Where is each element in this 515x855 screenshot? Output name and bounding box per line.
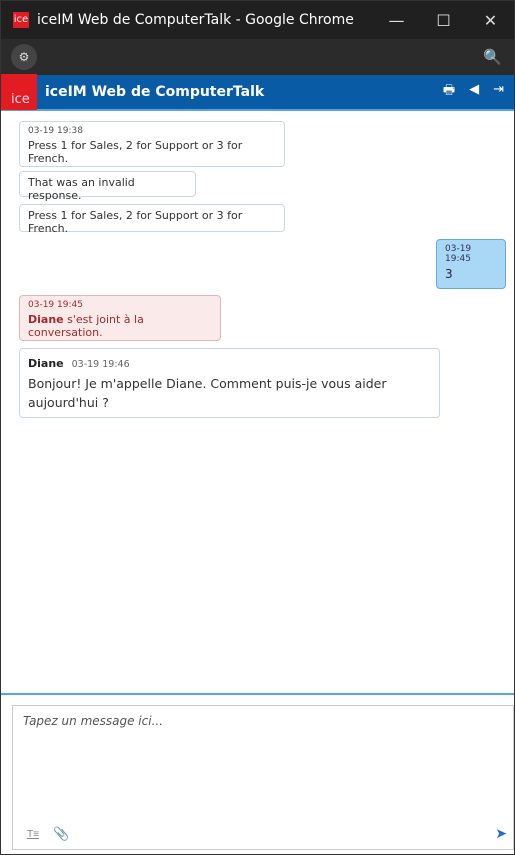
system-message-bubble: 03-19 19:45 Diane s'est joint à la conve… (19, 295, 221, 341)
site-settings-icon[interactable]: ⚙ (11, 44, 37, 70)
title-bar: ice iceIM Web de ComputerTalk - Google C… (1, 1, 514, 39)
maximize-button[interactable]: ☐ (420, 1, 467, 39)
user-message-bubble: 03-19 19:45 3 (436, 239, 506, 289)
sender-name: Diane (28, 357, 64, 370)
attach-icon[interactable]: 📎 (53, 826, 69, 842)
agent-message-bubble: Diane 03-19 19:46 Bonjour! Je m'appelle … (19, 348, 440, 418)
window-controls: — ☐ ✕ (373, 1, 514, 39)
message-bubble: That was an invalid response. (19, 171, 196, 202)
message-text: Bonjour! Je m'appelle Diane. Comment pui… (28, 376, 387, 410)
text-format-icon[interactable]: T≡ (27, 829, 39, 840)
chat-transcript[interactable]: 03-19 19:38 Press 1 for Sales, 2 for Sup… (1, 113, 514, 693)
message-input-placeholder[interactable]: Tapez un message ici... (23, 714, 163, 728)
send-icon[interactable]: ➤ (495, 825, 507, 842)
message-time: 03-19 19:45 (445, 244, 472, 264)
app-icon: ice (13, 12, 29, 28)
message-text: Press 1 for Sales, 2 for Support or 3 fo… (28, 139, 243, 165)
window-title: iceIM Web de ComputerTalk - Google Chrom… (37, 12, 354, 28)
message-bubble: Press 1 for Sales, 2 for Support or 3 fo… (19, 204, 285, 235)
print-icon[interactable]: 🖶 (443, 81, 455, 103)
app-title: iceIM Web de ComputerTalk (45, 84, 265, 100)
message-text: 3 (445, 267, 453, 281)
message-time: 03-19 19:46 (71, 359, 130, 370)
logo-text: ice (11, 92, 30, 107)
message-time: 03-19 19:38 (28, 126, 83, 136)
app-header: ice iceIM Web de ComputerTalk 🖶 ◀ ⇥ (1, 74, 514, 111)
browser-toolbar: ⚙ 🔍 (1, 39, 514, 75)
message-text: That was an invalid response. (28, 176, 135, 202)
sound-icon[interactable]: ◀ (469, 81, 479, 103)
message-composer[interactable]: Tapez un message ici... T≡ 📎 ➤ (12, 705, 514, 850)
agent-name: Diane (28, 313, 64, 326)
message-time: 03-19 19:45 (28, 300, 83, 310)
minimize-button[interactable]: — (373, 1, 420, 39)
message-text: Press 1 for Sales, 2 for Support or 3 fo… (28, 209, 243, 235)
header-actions: 🖶 ◀ ⇥ (443, 81, 504, 103)
zoom-icon[interactable]: 🔍 (483, 48, 502, 66)
close-button[interactable]: ✕ (467, 1, 514, 39)
exit-icon[interactable]: ⇥ (493, 81, 504, 103)
ice-logo: ice (1, 74, 37, 110)
browser-window: ice iceIM Web de ComputerTalk - Google C… (0, 0, 515, 855)
message-bubble: 03-19 19:38 Press 1 for Sales, 2 for Sup… (19, 121, 285, 167)
divider (1, 693, 514, 695)
